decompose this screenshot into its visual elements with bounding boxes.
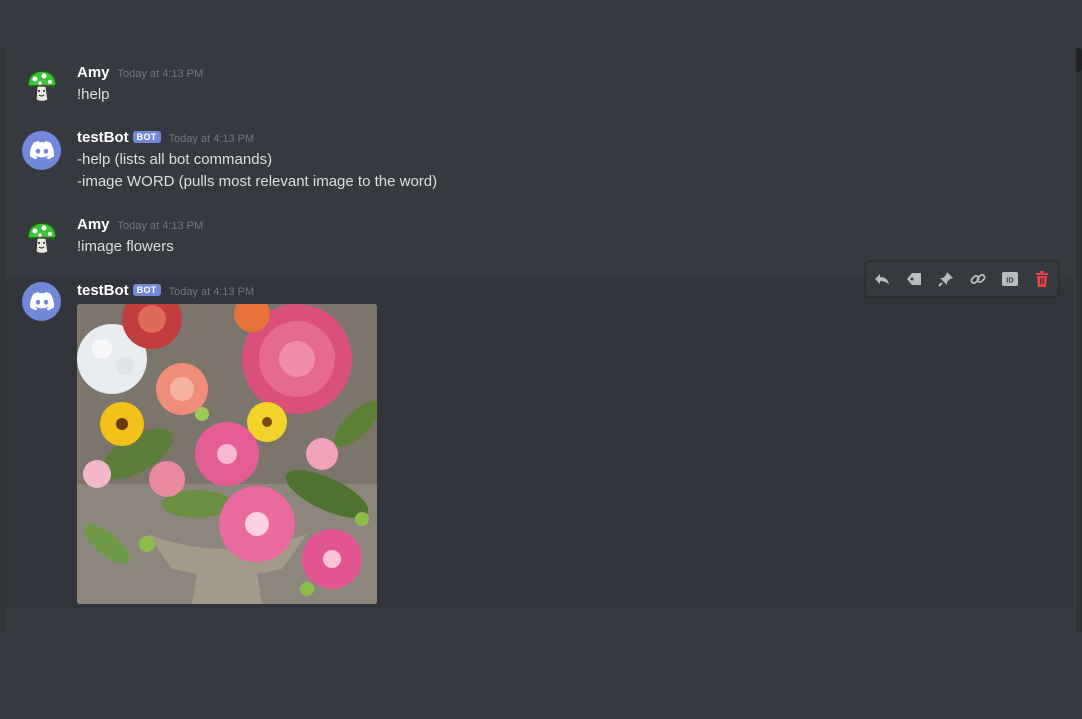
author-name[interactable]: testBot	[77, 282, 129, 299]
green-mushroom-avatar-icon	[27, 70, 57, 103]
discord-logo-icon	[29, 141, 54, 160]
author-name[interactable]: Amy	[77, 64, 110, 81]
scrollbar-thumb[interactable]	[1076, 48, 1082, 72]
scrollbar-track[interactable]	[1076, 48, 1082, 632]
avatar[interactable]	[22, 131, 61, 170]
flower-bouquet-image[interactable]	[77, 304, 377, 604]
avatar[interactable]	[22, 218, 61, 257]
timestamp: Today at 4:13 PM	[168, 133, 255, 145]
tag-icon[interactable]	[902, 267, 926, 291]
link-icon[interactable]	[966, 267, 990, 291]
delete-icon[interactable]	[1030, 267, 1054, 291]
message-text: !image flowers	[77, 238, 174, 255]
avatar[interactable]	[22, 282, 61, 321]
message-text-line: -image WORD (pulls most relevant image t…	[77, 173, 438, 190]
message-text: !help	[77, 86, 110, 103]
bot-badge: BOT	[132, 131, 161, 143]
timestamp: Today at 4:13 PM	[117, 68, 204, 80]
message-actions-toolbar: ID	[865, 261, 1059, 297]
flower-bouquet-illustration	[77, 304, 377, 604]
author-name[interactable]: testBot	[77, 129, 129, 146]
green-mushroom-avatar-icon	[27, 222, 57, 255]
reply-icon[interactable]	[870, 267, 894, 291]
message-input-area	[0, 632, 1082, 719]
message-3: Amy Today at 4:13 PM !image flowers	[0, 214, 1076, 266]
message-2: testBot BOT Today at 4:13 PM -help (list…	[0, 127, 1076, 197]
svg-text:ID: ID	[1006, 276, 1014, 285]
bot-badge: BOT	[132, 284, 161, 296]
avatar[interactable]	[22, 66, 61, 105]
pin-icon[interactable]	[934, 267, 958, 291]
id-icon[interactable]: ID	[998, 267, 1022, 291]
message-1: Amy Today at 4:13 PM !help	[0, 62, 1076, 114]
author-name[interactable]: Amy	[77, 216, 110, 233]
timestamp: Today at 4:13 PM	[168, 286, 255, 298]
timestamp: Today at 4:13 PM	[117, 220, 204, 232]
message-text-line: -help (lists all bot commands)	[77, 151, 273, 168]
discord-logo-icon	[29, 292, 54, 311]
